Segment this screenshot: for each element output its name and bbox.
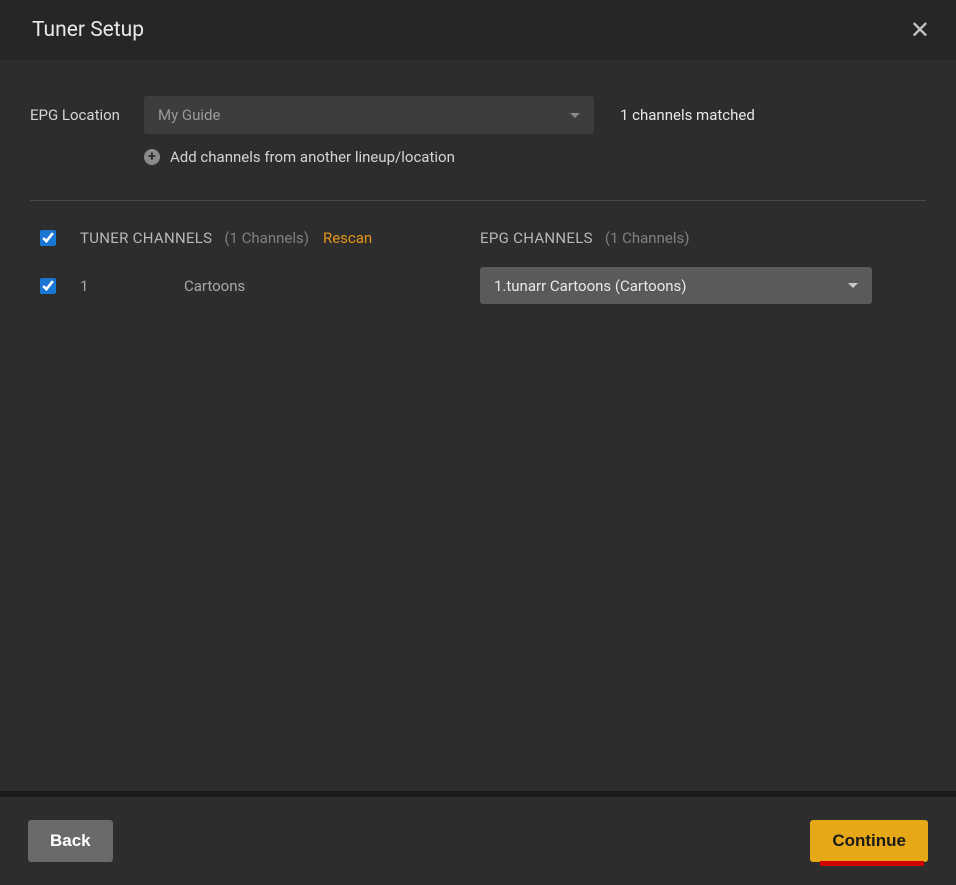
chevron-down-icon	[570, 113, 580, 118]
dialog-body: EPG Location My Guide 1 channels matched…	[0, 60, 956, 791]
close-icon[interactable]: ✕	[910, 18, 930, 42]
tuner-channels-header: TUNER CHANNELS (1 Channels) Rescan	[30, 229, 480, 247]
divider	[30, 200, 926, 201]
rescan-link[interactable]: Rescan	[323, 229, 372, 247]
dialog-header: Tuner Setup ✕	[0, 0, 956, 60]
back-button[interactable]: Back	[28, 820, 113, 862]
add-lineup-label: Add channels from another lineup/locatio…	[170, 148, 455, 166]
epg-channels-heading: EPG CHANNELS	[480, 229, 593, 247]
epg-location-selected-value: My Guide	[158, 106, 220, 124]
epg-channels-header: EPG CHANNELS (1 Channels)	[480, 229, 689, 247]
epg-match-value: 1.tunarr Cartoons (Cartoons)	[494, 277, 687, 295]
tuner-channels-count: (1 Channels)	[224, 229, 309, 247]
plus-icon: +	[144, 149, 160, 165]
chevron-down-icon	[848, 283, 858, 288]
select-all-checkbox[interactable]	[40, 230, 56, 246]
epg-channels-count: (1 Channels)	[605, 229, 690, 247]
epg-location-label: EPG Location	[30, 106, 126, 124]
columns-header: TUNER CHANNELS (1 Channels) Rescan EPG C…	[30, 229, 926, 247]
channel-name: Cartoons	[184, 277, 245, 295]
channel-number: 1	[80, 277, 184, 295]
epg-location-row: EPG Location My Guide 1 channels matched	[30, 96, 926, 134]
add-lineup-link[interactable]: + Add channels from another lineup/locat…	[144, 148, 926, 166]
tuner-channels-heading: TUNER CHANNELS	[80, 229, 212, 247]
channels-matched-text: 1 channels matched	[620, 106, 755, 124]
epg-location-select[interactable]: My Guide	[144, 96, 594, 134]
continue-button[interactable]: Continue	[810, 820, 928, 862]
dialog-title: Tuner Setup	[32, 18, 144, 42]
epg-location-select-wrap: My Guide	[144, 96, 594, 134]
continue-button-label: Continue	[832, 831, 906, 850]
channel-row: 1 Cartoons 1.tunarr Cartoons (Cartoons)	[30, 267, 926, 304]
dialog-footer: Back Continue	[0, 797, 956, 885]
channel-checkbox[interactable]	[40, 278, 56, 294]
epg-match-select-wrap: 1.tunarr Cartoons (Cartoons)	[480, 267, 872, 304]
channel-left: 1 Cartoons	[30, 277, 480, 295]
highlight-underline	[820, 861, 924, 866]
epg-match-select[interactable]: 1.tunarr Cartoons (Cartoons)	[480, 267, 872, 304]
